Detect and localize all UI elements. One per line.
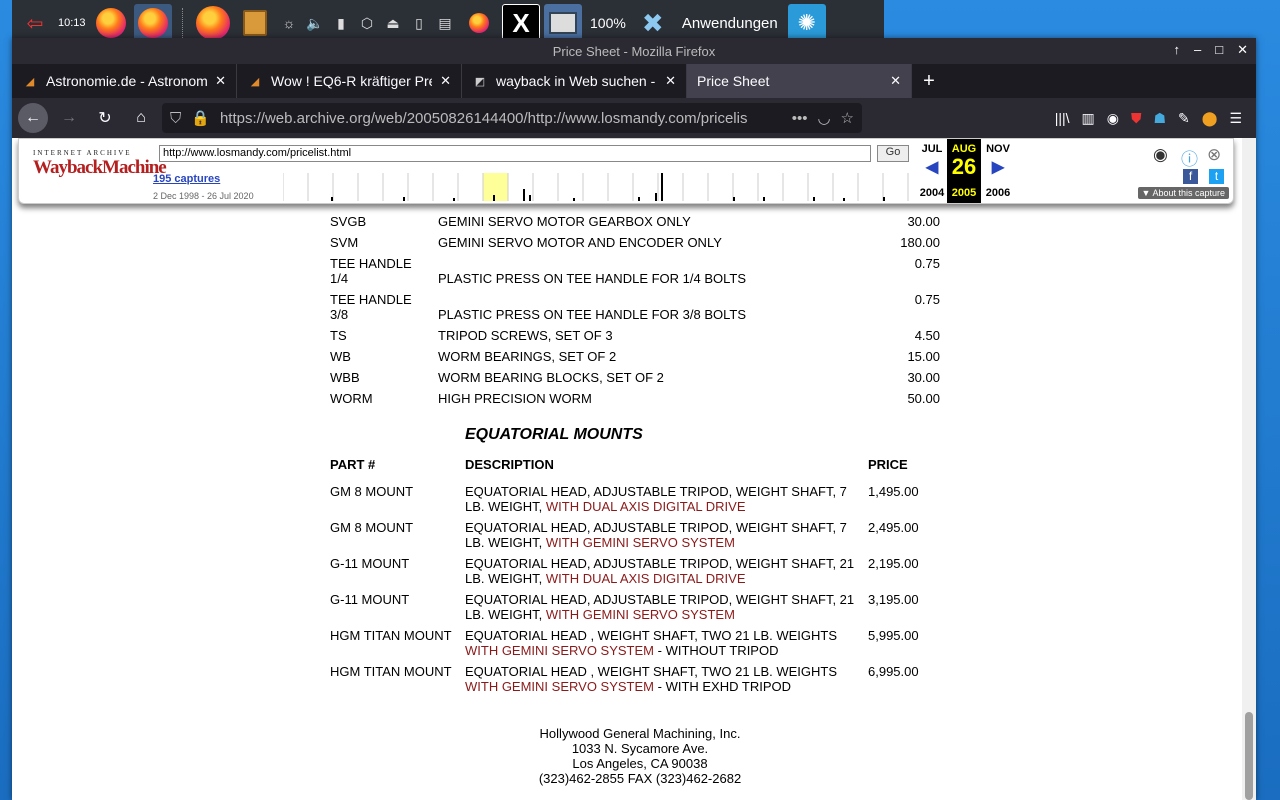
- close-tab-icon[interactable]: ✕: [440, 73, 451, 89]
- navigation-bar: ← → ↻ ⌂ ⛉ 🔒 https://web.archive.org/web/…: [12, 98, 1256, 138]
- wayback-toolbar: INTERNET ARCHIVE WaybackMachine http://w…: [18, 138, 1234, 204]
- scrollbar-thumb[interactable]: [1245, 712, 1253, 800]
- col-part: PART #: [330, 457, 376, 472]
- more-actions-icon[interactable]: •••: [792, 110, 808, 127]
- tab-wayback-search[interactable]: ◩ wayback in Web suchen - ✕: [462, 64, 687, 98]
- new-tab-button[interactable]: +: [912, 64, 946, 98]
- close-tab-icon[interactable]: ✕: [665, 73, 676, 89]
- company-street: 1033 N. Sycamore Ave.: [571, 741, 709, 756]
- menu-icon[interactable]: ☰: [1229, 110, 1242, 127]
- wayback-url-input[interactable]: http://www.losmandy.com/pricelist.html: [159, 145, 871, 162]
- col-desc: DESCRIPTION: [465, 457, 554, 472]
- next-capture-icon[interactable]: ▶: [981, 157, 1015, 177]
- eject-icon[interactable]: ⏏: [382, 12, 404, 34]
- desktop: ⇦ 10:13 ☼ 🔈 ▮ ⬡ ⏏ ▯ ▤ X 100% ✖ Anwendung…: [0, 0, 1280, 800]
- capture-calendar: JUL ◀ 2004 AUG 26 2005 NOV ▶ 2006: [915, 139, 1010, 203]
- twitter-icon[interactable]: t: [1209, 169, 1224, 184]
- wayback-go-button[interactable]: Go: [877, 145, 909, 162]
- forward-button[interactable]: →: [54, 103, 84, 133]
- about-capture-button[interactable]: ▼ About this capture: [1137, 187, 1229, 199]
- user-icon[interactable]: ◉: [1153, 145, 1168, 165]
- facebook-icon[interactable]: f: [1183, 169, 1198, 184]
- zoom-level: 100%: [590, 15, 626, 31]
- volume-icon[interactable]: 🔈: [304, 12, 326, 34]
- network-signal-icon[interactable]: ▮: [330, 12, 352, 34]
- close-toolbar-icon[interactable]: ⊗: [1207, 145, 1221, 165]
- clipboard-icon[interactable]: ▤: [434, 12, 456, 34]
- taskbar-separator: [182, 8, 184, 38]
- astronomie-favicon-icon: ◢: [25, 75, 35, 88]
- firefox-stack-icon[interactable]: [460, 4, 498, 42]
- tab-bar: ◢ Astronomie.de - Astronom ✕ ◢ Wow ! EQ6…: [12, 64, 1256, 98]
- settings-icon[interactable]: ✺: [787, 4, 826, 42]
- reload-button[interactable]: ↻: [90, 103, 120, 133]
- url-bar[interactable]: ⛉ 🔒 https://web.archive.org/web/20050826…: [162, 103, 862, 133]
- prev-capture-icon[interactable]: ◀: [915, 157, 949, 177]
- company-address: Hollywood General Machining, Inc. 1033 N…: [330, 726, 950, 786]
- tools-icon[interactable]: ✖: [634, 4, 672, 42]
- screenshot-icon[interactable]: [544, 4, 582, 42]
- account-icon[interactable]: ◉: [1107, 110, 1119, 127]
- captures-link[interactable]: 195 captures: [153, 173, 220, 185]
- maximize-up-icon[interactable]: ↑: [1174, 42, 1181, 58]
- help-icon[interactable]: ⓘ: [1181, 145, 1198, 170]
- minimize-icon[interactable]: –: [1194, 42, 1201, 58]
- logout-icon[interactable]: ⇦: [16, 4, 54, 42]
- file-manager-icon[interactable]: [236, 4, 274, 42]
- package-icon[interactable]: ⬡: [356, 12, 378, 34]
- wayback-logo[interactable]: INTERNET ARCHIVE WaybackMachine: [33, 149, 167, 179]
- tab-eq6r[interactable]: ◢ Wow ! EQ6-R kräftiger Pre ✕: [237, 64, 462, 98]
- close-tab-icon[interactable]: ✕: [890, 73, 901, 89]
- tab-astronomie[interactable]: ◢ Astronomie.de - Astronom ✕: [12, 64, 237, 98]
- extension-translate-icon[interactable]: ⬤: [1202, 110, 1218, 127]
- bookmark-star-icon[interactable]: ☆: [841, 109, 854, 127]
- lock-icon[interactable]: 🔒: [191, 109, 210, 127]
- home-button[interactable]: ⌂: [126, 103, 156, 133]
- page-content: SVGB GEMINI SERVO MOTOR GEARBOX ONLY 30.00…: [12, 138, 1242, 800]
- col-price: PRICE: [868, 457, 908, 472]
- close-tab-icon[interactable]: ✕: [215, 73, 226, 89]
- maximize-icon[interactable]: □: [1215, 42, 1223, 58]
- capture-range: 2 Dec 1998 - 26 Jul 2020: [153, 191, 254, 201]
- window-titlebar: Price Sheet - Mozilla Firefox ↑ – □ ✕: [12, 38, 1256, 64]
- window-title: Price Sheet - Mozilla Firefox: [552, 43, 716, 59]
- section-heading: EQUATORIAL MOUNTS: [465, 426, 643, 443]
- x-app-icon[interactable]: X: [502, 4, 540, 42]
- search-favicon-icon: ◩: [474, 75, 486, 88]
- brightness-icon[interactable]: ☼: [278, 12, 300, 34]
- clock: 10:13: [58, 17, 86, 29]
- scrollbar[interactable]: [1242, 138, 1256, 800]
- astronomie-favicon-icon: ◢: [250, 75, 260, 88]
- applications-menu[interactable]: Anwendungen: [676, 15, 784, 32]
- pocket-icon[interactable]: ◡: [817, 109, 830, 127]
- tab-price-sheet[interactable]: Price Sheet ✕: [687, 64, 912, 98]
- library-icon[interactable]: |||\: [1055, 110, 1070, 127]
- close-window-icon[interactable]: ✕: [1237, 42, 1248, 58]
- extension-pen-icon[interactable]: ✎: [1178, 110, 1190, 127]
- company-name: Hollywood General Machining, Inc.: [539, 726, 741, 741]
- current-month: AUG 26 2005: [947, 139, 981, 203]
- battery-icon[interactable]: ▯: [408, 12, 430, 34]
- shield-icon[interactable]: ⛉: [170, 110, 181, 127]
- browser-window: Price Sheet - Mozilla Firefox ↑ – □ ✕ ◢ …: [12, 38, 1256, 800]
- sidebar-icon[interactable]: ▥: [1082, 110, 1095, 127]
- firefox-window-icon[interactable]: [134, 4, 172, 42]
- back-button[interactable]: ←: [18, 103, 48, 133]
- firefox-launcher-icon[interactable]: [92, 4, 130, 42]
- url-text[interactable]: https://web.archive.org/web/200508261444…: [220, 110, 782, 127]
- firefox-icon[interactable]: [194, 4, 232, 42]
- company-phone: (323)462-2855 FAX (323)462-2682: [538, 771, 742, 786]
- prev-month[interactable]: JUL ◀ 2004: [915, 139, 949, 203]
- extension-shield-icon[interactable]: ⛊: [1131, 110, 1142, 127]
- capture-sparkline[interactable]: [283, 173, 933, 201]
- extension-ghost-icon[interactable]: ☗: [1153, 110, 1166, 127]
- company-city: Los Angeles, CA 90038: [572, 756, 708, 771]
- next-month[interactable]: NOV ▶ 2006: [981, 139, 1015, 203]
